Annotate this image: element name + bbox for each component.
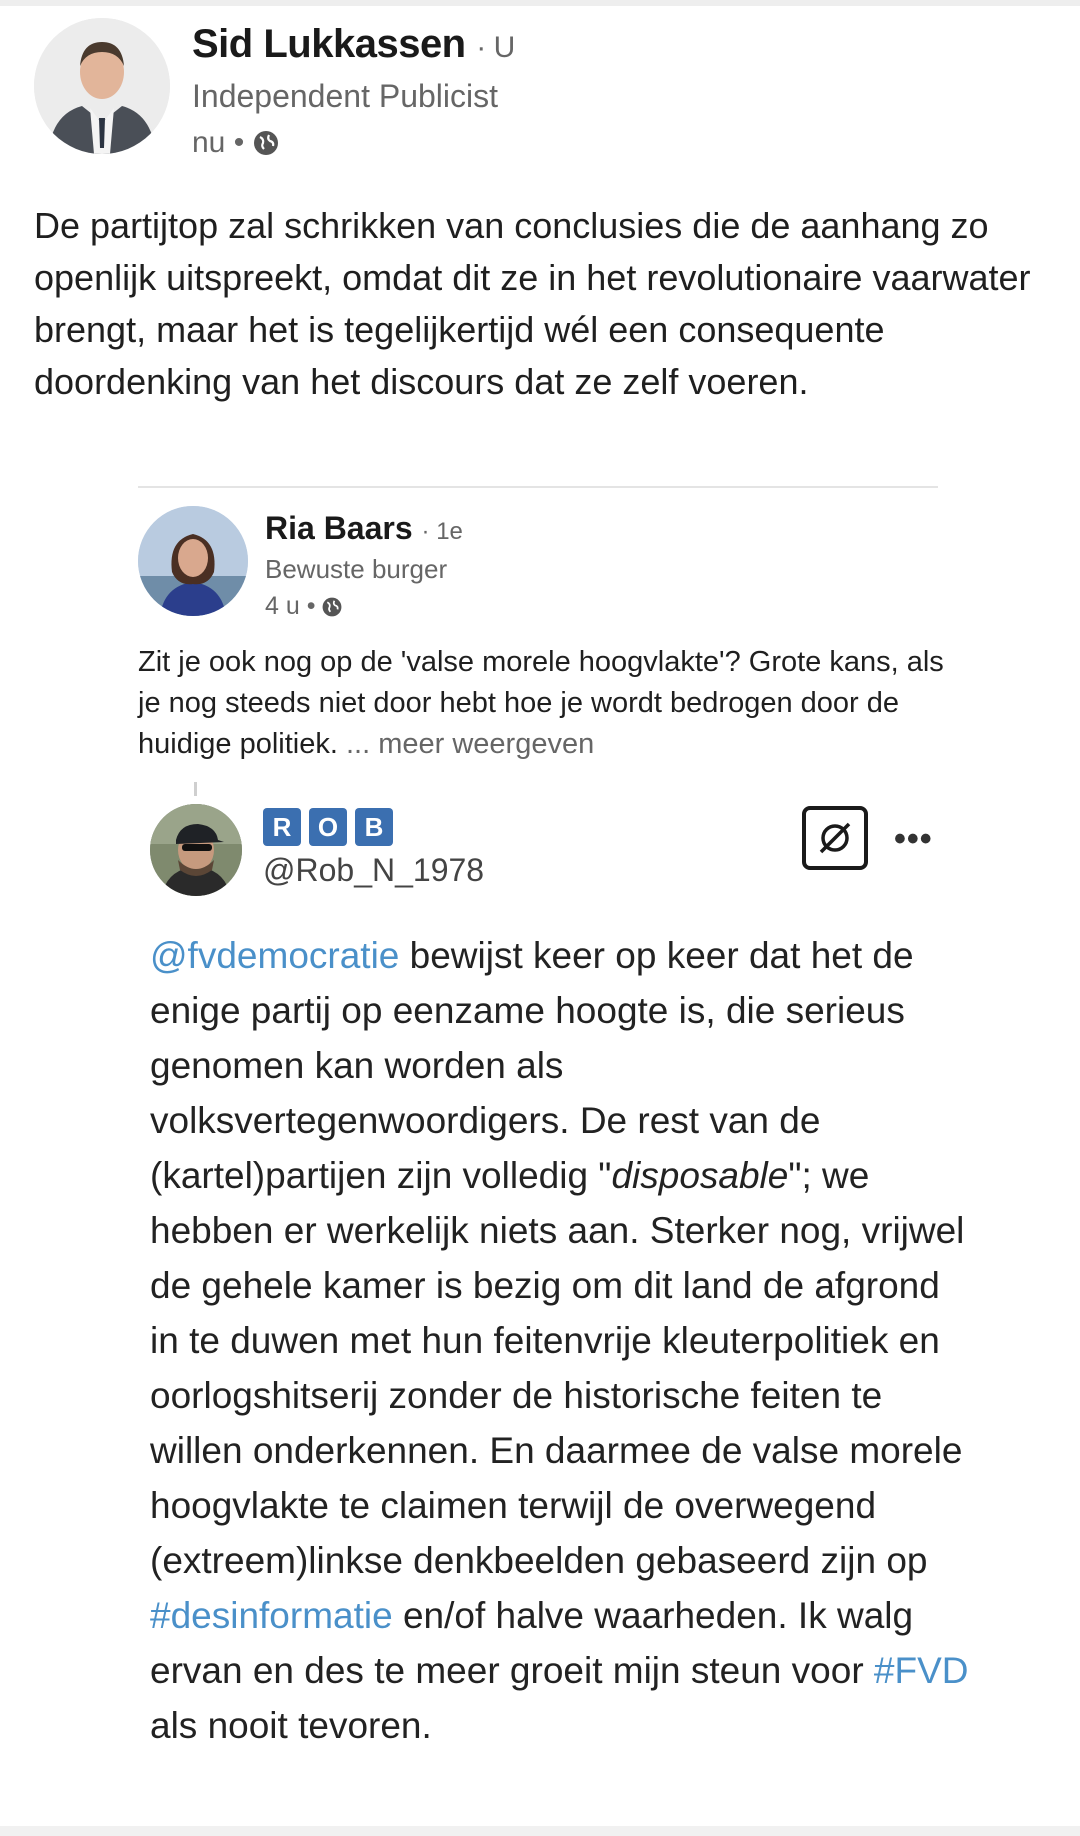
- tweet-text-italic: disposable: [611, 1155, 789, 1196]
- tweet-text-part: "; we hebben er werkelijk niets aan. Ste…: [150, 1155, 965, 1581]
- tweet-author-photo-icon: [150, 804, 242, 896]
- post-timestamp: nu •: [192, 126, 280, 160]
- reshare-divider: [138, 486, 938, 488]
- hashtag-link[interactable]: #desinformatie: [150, 1595, 393, 1636]
- reshared-author-photo-icon: [138, 506, 248, 616]
- connection-degree: · U: [476, 31, 515, 64]
- badge-letter: R: [263, 808, 301, 846]
- tweet-author-handle[interactable]: @Rob_N_1978: [263, 852, 484, 889]
- post-time-text: nu •: [192, 126, 245, 159]
- hashtag-link[interactable]: #FVD: [874, 1650, 969, 1691]
- reshared-author-name[interactable]: Ria Baars · 1e: [265, 510, 463, 547]
- reshared-author-headline: Bewuste burger: [265, 554, 448, 584]
- reshared-author-name-text[interactable]: Ria Baars: [265, 510, 413, 546]
- author-avatar[interactable]: [34, 18, 170, 154]
- more-dots-icon[interactable]: •••: [894, 820, 933, 859]
- reshared-author-avatar[interactable]: [138, 506, 248, 616]
- tweet-author-badges: R O B: [263, 808, 393, 846]
- reshared-connection-degree: · 1e: [421, 518, 463, 545]
- globe-icon: [323, 597, 342, 616]
- bottom-divider: [0, 1826, 1080, 1836]
- reshared-timestamp: 4 u •: [265, 592, 343, 621]
- mention-link[interactable]: @fvdemocratie: [150, 935, 399, 976]
- author-headline: Independent Publicist: [192, 78, 498, 114]
- reshared-time-text: 4 u •: [265, 592, 316, 620]
- reshared-body: Zit je ook nog op de 'valse morele hoogv…: [138, 642, 958, 765]
- tweet-author-avatar[interactable]: [150, 804, 242, 896]
- badge-letter: O: [309, 808, 347, 846]
- top-divider: [0, 0, 1080, 6]
- tweet-text-part: als nooit tevoren.: [150, 1705, 432, 1746]
- author-name-text[interactable]: Sid Lukkassen: [192, 22, 466, 66]
- author-photo-icon: [34, 18, 170, 154]
- thread-connector: [194, 782, 197, 796]
- see-more-link[interactable]: ... meer weergeven: [346, 728, 594, 760]
- author-name[interactable]: Sid Lukkassen · U: [192, 22, 515, 67]
- empty-set-icon: [819, 822, 851, 854]
- tweet-body: @fvdemocratie bewijst keer op keer dat h…: [150, 928, 970, 1753]
- post-body: De partijtop zal schrikken van conclusie…: [34, 205, 1031, 402]
- no-symbol-icon[interactable]: [802, 806, 868, 870]
- globe-icon: [254, 131, 279, 155]
- badge-letter: B: [355, 808, 393, 846]
